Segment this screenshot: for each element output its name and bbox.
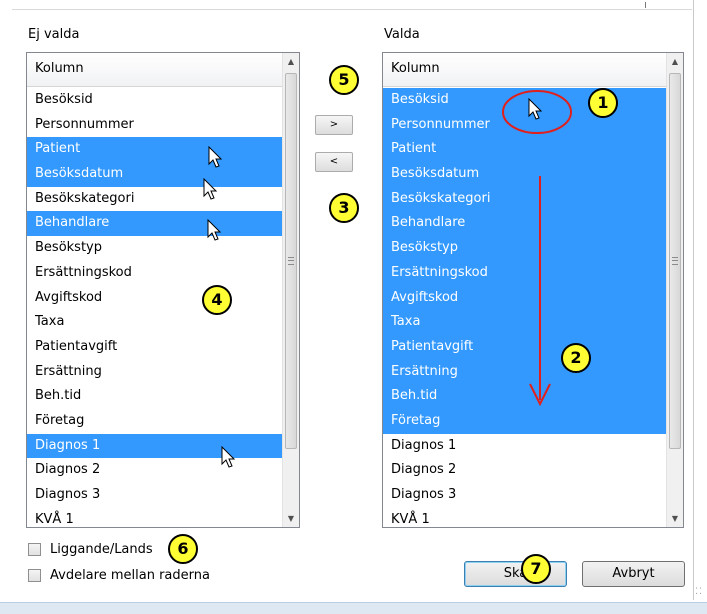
right-column-header[interactable]: Kolumn [383,53,666,87]
list-item[interactable]: Taxa [27,310,282,335]
ok-button[interactable]: Ska [464,561,567,587]
list-item[interactable]: Ersättningskod [383,260,666,286]
selected-columns-list[interactable]: Kolumn Besöksid Personnummer Patient Besöks… [382,52,684,528]
list-item[interactable]: Personnummer [27,113,282,138]
left-panel-label: Ej valda [28,27,80,42]
resize-grip-icon[interactable]: ⁚⁚ [695,588,703,597]
list-item[interactable]: Diagnos 3 [383,483,666,508]
scroll-down-icon[interactable]: ▼ [283,510,299,527]
callout-6: 6 [168,534,198,564]
list-item[interactable]: Besökskategori [383,186,666,212]
list-item[interactable]: Beh.tid [27,384,282,409]
callout-1: 1 [588,88,618,118]
scroll-thumb[interactable] [285,73,297,449]
scroll-up-icon[interactable]: ▲ [667,53,683,70]
right-panel-label: Valda [384,27,420,42]
mouse-pointer-icon [528,98,543,120]
list-item[interactable]: Besöksdatum [383,162,666,187]
list-item[interactable]: Taxa [383,310,666,335]
row-divider-label: Avdelare mellan raderna [50,568,210,583]
cancel-button[interactable]: Avbryt [582,561,685,587]
list-item[interactable]: Diagnos 3 [27,483,282,508]
unselected-columns-list[interactable]: Kolumn Besöksid Personnummer Patient Besöks… [26,52,300,528]
callout-3: 3 [329,193,359,223]
list-item[interactable]: Besöksid [27,88,282,113]
mouse-pointer-icon [221,446,236,468]
left-rows: Besöksid Personnummer Patient Besöksdatum Be… [27,88,282,527]
list-item[interactable]: Patient [383,137,666,163]
list-item[interactable]: Patient [27,137,282,163]
list-item[interactable]: Patientavgift [383,334,666,360]
list-item[interactable]: KVÅ 1 [27,508,282,527]
column-chooser-dialog: Ej valda Kolumn Besöksid Personnummer Pati… [0,0,707,614]
list-item[interactable]: Besökskategori [27,187,282,212]
top-separator [12,0,692,10]
list-item[interactable]: Besöksid [383,88,666,113]
callout-4: 4 [202,285,232,315]
callout-2: 2 [561,343,591,373]
list-item[interactable]: Avgiftskod [383,285,666,311]
list-item[interactable]: Behandlare [27,211,282,237]
scroll-up-icon[interactable]: ▲ [283,53,299,70]
list-item[interactable]: Beh.tid [383,384,666,409]
window-border [693,0,694,600]
scroll-down-icon[interactable]: ▼ [667,510,683,527]
landscape-label: Liggande/Lands [50,542,153,557]
list-item[interactable]: Företag [27,409,282,434]
list-item[interactable]: Personnummer [383,112,666,138]
left-column-header[interactable]: Kolumn [27,53,282,87]
landscape-checkbox[interactable]: Liggande/Lands [28,542,153,557]
checkbox-box[interactable] [28,569,41,582]
mouse-pointer-icon [203,178,218,200]
list-item[interactable]: Ersättningskod [27,261,282,286]
scroll-thumb[interactable] [669,73,681,449]
add-column-button[interactable]: > [315,115,353,135]
list-item[interactable]: Företag [383,408,666,434]
list-item[interactable]: Diagnos 1 [27,433,282,459]
callout-5: 5 [329,65,359,95]
list-item[interactable]: Diagnos 2 [383,458,666,483]
right-rows: Besöksid Personnummer Patient Besöksdatum Be… [383,88,666,527]
list-item[interactable]: Besöksdatum [27,162,282,187]
right-scrollbar[interactable]: ▲ ▼ [666,53,683,527]
list-item[interactable]: Diagnos 2 [27,458,282,483]
list-item[interactable]: Ersättning [27,360,282,385]
list-item[interactable]: KVÅ 1 [383,508,666,527]
list-item[interactable]: Patientavgift [27,335,282,360]
list-item[interactable]: Avgiftskod [27,286,282,311]
remove-column-button[interactable]: < [315,152,353,172]
callout-7: 7 [521,554,551,584]
status-strip [0,602,707,614]
mouse-pointer-icon [207,219,222,241]
list-item[interactable]: Diagnos 1 [383,434,666,459]
list-item[interactable]: Behandlare [383,211,666,237]
mouse-pointer-icon [208,146,223,168]
row-divider-checkbox[interactable]: Avdelare mellan raderna [28,568,210,583]
list-item[interactable]: Besökstyp [383,236,666,261]
checkbox-box[interactable] [28,543,41,556]
list-item[interactable]: Ersättning [383,359,666,385]
left-scrollbar[interactable]: ▲ ▼ [282,53,299,527]
list-item[interactable]: Besökstyp [27,236,282,261]
